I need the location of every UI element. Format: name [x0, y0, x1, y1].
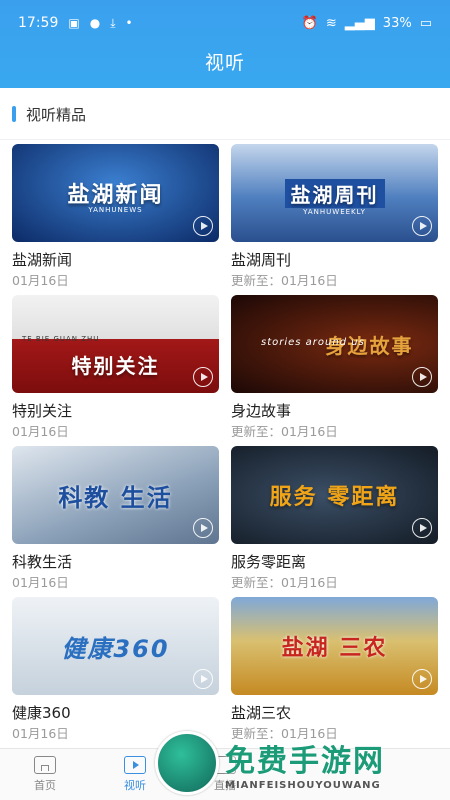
- program-title: 身边故事: [231, 402, 292, 420]
- nav-label: 视听: [124, 779, 146, 792]
- section-title: 视听精品: [26, 105, 87, 124]
- program-title: 盐湖三农: [231, 704, 292, 722]
- status-bar: 17:59 ▣ ● ⤓ • ⏰ ≋ ▂▄▆ 33% ▭: [0, 0, 450, 46]
- thumbnail-logo-text: 服务 零距离: [269, 485, 400, 510]
- program-date: 更新至：01月16日: [231, 575, 338, 590]
- section-header: 视听精品: [0, 88, 450, 140]
- battery-text: 33%: [382, 15, 412, 31]
- thumbnail-logo-text: 科教 生活: [58, 483, 173, 512]
- thumbnail-subtext: YANHUNEWS: [88, 206, 143, 214]
- bulb-icon: ●: [89, 16, 101, 30]
- watermark: 免费手游网 MIANFEISHOUYOUWANG: [155, 726, 450, 800]
- program-title: 盐湖新闻: [12, 251, 73, 269]
- thumbnail-logo-text: 盐湖 三农: [281, 636, 388, 661]
- program-title: 健康360: [12, 704, 71, 722]
- image-icon: ▣: [68, 16, 80, 30]
- video-icon: [124, 756, 146, 774]
- program-card[interactable]: 盐湖周刊 YANHUWEEKLY 盐湖周刊 更新至：01月16日: [231, 144, 438, 289]
- program-thumbnail[interactable]: 盐湖新闻 YANHUNEWS: [12, 144, 219, 242]
- nav-label: 首页: [34, 779, 56, 792]
- battery-icon: ▭: [419, 15, 432, 31]
- thumbnail-subtext: stories around us: [261, 337, 365, 348]
- watermark-subtitle: MIANFEISHOUYOUWANG: [225, 779, 381, 791]
- program-title: 科教生活: [12, 553, 73, 571]
- program-card[interactable]: 特别关注 TE BIE GUAN ZHU 特别关注 01月16日: [12, 295, 219, 440]
- notification-icons: ▣ ● ⤓ •: [68, 16, 132, 31]
- play-icon[interactable]: [412, 518, 432, 538]
- program-title: 盐湖周刊: [231, 251, 292, 269]
- program-date: 01月16日: [12, 424, 69, 439]
- nav-item-home[interactable]: 首页: [0, 749, 90, 800]
- thumbnail-logo-text: 盐湖周刊: [284, 178, 385, 208]
- play-icon[interactable]: [412, 216, 432, 236]
- program-title: 服务零距离: [231, 553, 307, 571]
- play-icon[interactable]: [193, 367, 213, 387]
- divider: [0, 139, 450, 140]
- watermark-logo-icon: [155, 731, 219, 795]
- play-icon[interactable]: [193, 518, 213, 538]
- download-icon: ⤓: [110, 15, 116, 30]
- program-card[interactable]: 服务 零距离 服务零距离 更新至：01月16日: [231, 446, 438, 591]
- program-thumbnail[interactable]: 科教 生活: [12, 446, 219, 544]
- status-time: 17:59: [18, 15, 59, 31]
- thumbnail-logo-text: 健康360: [61, 634, 170, 663]
- home-icon: [34, 756, 56, 774]
- program-thumbnail[interactable]: 身边故事 stories around us: [231, 295, 438, 393]
- program-card[interactable]: 科教 生活 科教生活 01月16日: [12, 446, 219, 591]
- section-accent-bar: [12, 106, 16, 122]
- thumbnail-logo-text: 特别关注: [71, 353, 160, 378]
- thumbnail-logo-text: 盐湖新闻: [67, 183, 164, 208]
- watermark-title: 免费手游网: [225, 743, 385, 779]
- program-date: 01月16日: [12, 273, 69, 288]
- play-icon[interactable]: [412, 367, 432, 387]
- program-date: 01月16日: [12, 575, 69, 590]
- program-thumbnail[interactable]: 特别关注 TE BIE GUAN ZHU: [12, 295, 219, 393]
- signal-icon: ▂▄▆: [344, 15, 375, 31]
- thumbnail-subtext: TE BIE GUAN ZHU: [22, 335, 100, 343]
- thumbnail-subtext: YANHUWEEKLY: [303, 208, 366, 216]
- program-card[interactable]: 身边故事 stories around us 身边故事 更新至：01月16日: [231, 295, 438, 440]
- page-title: 视听: [204, 52, 245, 74]
- program-date: 更新至：01月16日: [231, 273, 338, 288]
- play-icon[interactable]: [193, 669, 213, 689]
- program-thumbnail[interactable]: 盐湖周刊 YANHUWEEKLY: [231, 144, 438, 242]
- program-card[interactable]: 盐湖 三农 盐湖三农 更新至：01月16日: [231, 597, 438, 742]
- alarm-icon: ⏰: [301, 15, 318, 31]
- play-icon[interactable]: [193, 216, 213, 236]
- play-icon[interactable]: [412, 669, 432, 689]
- dot-icon: •: [125, 16, 133, 30]
- program-thumbnail[interactable]: 盐湖 三农: [231, 597, 438, 695]
- wifi-icon: ≋: [325, 15, 337, 31]
- program-card[interactable]: 健康360 健康360 01月16日: [12, 597, 219, 742]
- program-title: 特别关注: [12, 402, 73, 420]
- program-thumbnail[interactable]: 服务 零距离: [231, 446, 438, 544]
- program-card[interactable]: 盐湖新闻 YANHUNEWS 盐湖新闻 01月16日: [12, 144, 219, 289]
- program-date: 更新至：01月16日: [231, 424, 338, 439]
- program-thumbnail[interactable]: 健康360: [12, 597, 219, 695]
- header: 17:59 ▣ ● ⤓ • ⏰ ≋ ▂▄▆ 33% ▭ 视听: [0, 0, 450, 88]
